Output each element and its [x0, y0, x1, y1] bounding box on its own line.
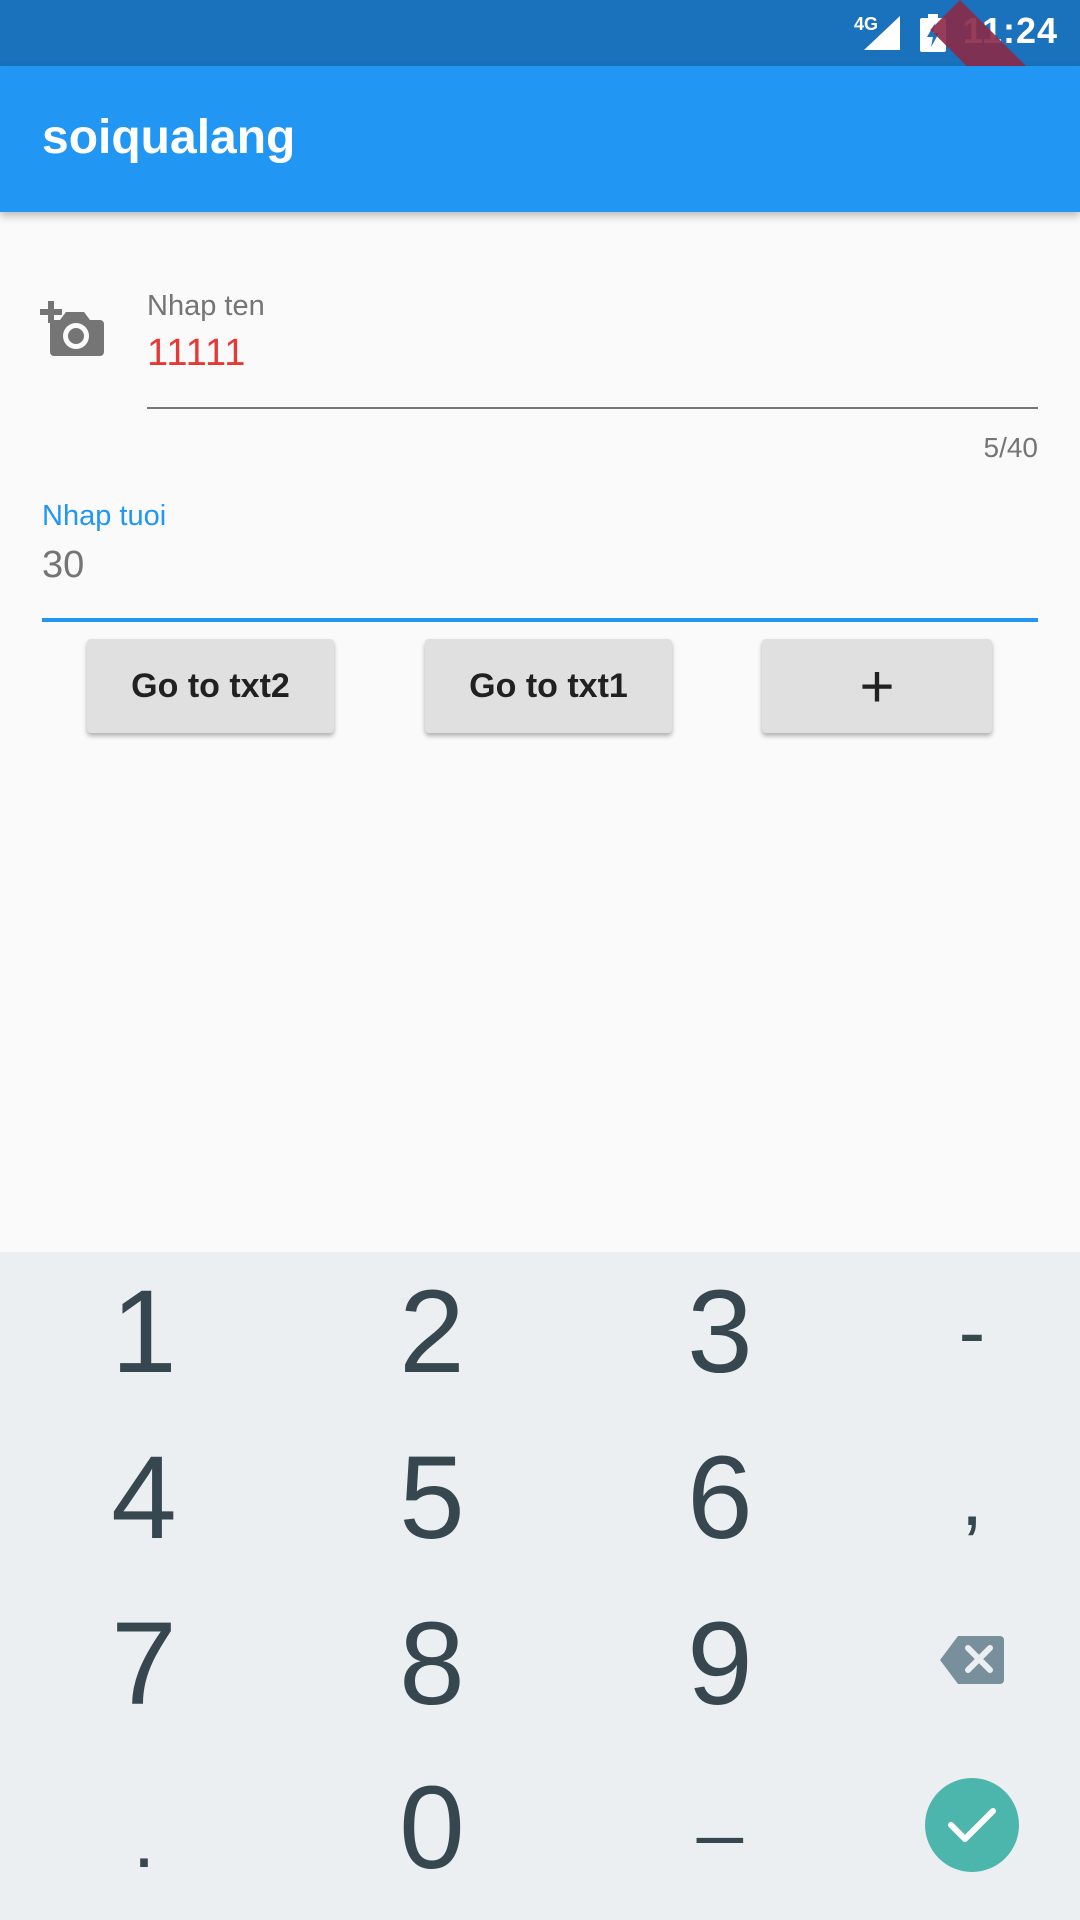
- key-3[interactable]: 3: [620, 1252, 820, 1412]
- name-field-underline: [147, 407, 1038, 409]
- app-bar: soiqualang: [0, 66, 1080, 212]
- key-0[interactable]: 0: [332, 1748, 532, 1908]
- key-comma[interactable]: ,: [872, 1418, 1072, 1578]
- key-7[interactable]: 7: [44, 1584, 244, 1744]
- name-field[interactable]: Nhap ten 11111: [147, 282, 1038, 412]
- age-field-value[interactable]: 30: [42, 544, 84, 587]
- add-photo-icon[interactable]: [40, 298, 106, 356]
- age-field-label: Nhap tuoi: [42, 500, 167, 532]
- app-title: soiqualang: [42, 111, 296, 164]
- signal-icon: [864, 16, 900, 50]
- key-8[interactable]: 8: [332, 1584, 532, 1744]
- age-field-underline: [42, 618, 1038, 622]
- name-field-label: Nhap ten: [147, 290, 265, 322]
- key-6[interactable]: 6: [620, 1418, 820, 1578]
- done-key[interactable]: [925, 1778, 1019, 1872]
- key-4[interactable]: 4: [44, 1418, 244, 1578]
- key-period[interactable]: .: [44, 1760, 244, 1920]
- name-char-counter: 5/40: [983, 432, 1039, 463]
- key-minus[interactable]: -: [872, 1252, 1072, 1412]
- key-1[interactable]: 1: [44, 1252, 244, 1412]
- key-underscore[interactable]: _: [620, 1720, 820, 1880]
- go-to-txt1-button[interactable]: Go to txt1: [425, 639, 672, 733]
- check-icon: [948, 1808, 996, 1842]
- key-5[interactable]: 5: [332, 1418, 532, 1578]
- add-button[interactable]: +: [762, 639, 992, 733]
- key-2[interactable]: 2: [332, 1252, 532, 1412]
- backspace-icon[interactable]: [940, 1636, 1004, 1684]
- status-bar: 4G 11:24: [0, 0, 1080, 66]
- go-to-txt2-button[interactable]: Go to txt2: [87, 639, 334, 733]
- name-field-value[interactable]: 11111: [147, 332, 246, 375]
- age-field[interactable]: Nhap tuoi 30: [42, 496, 1038, 626]
